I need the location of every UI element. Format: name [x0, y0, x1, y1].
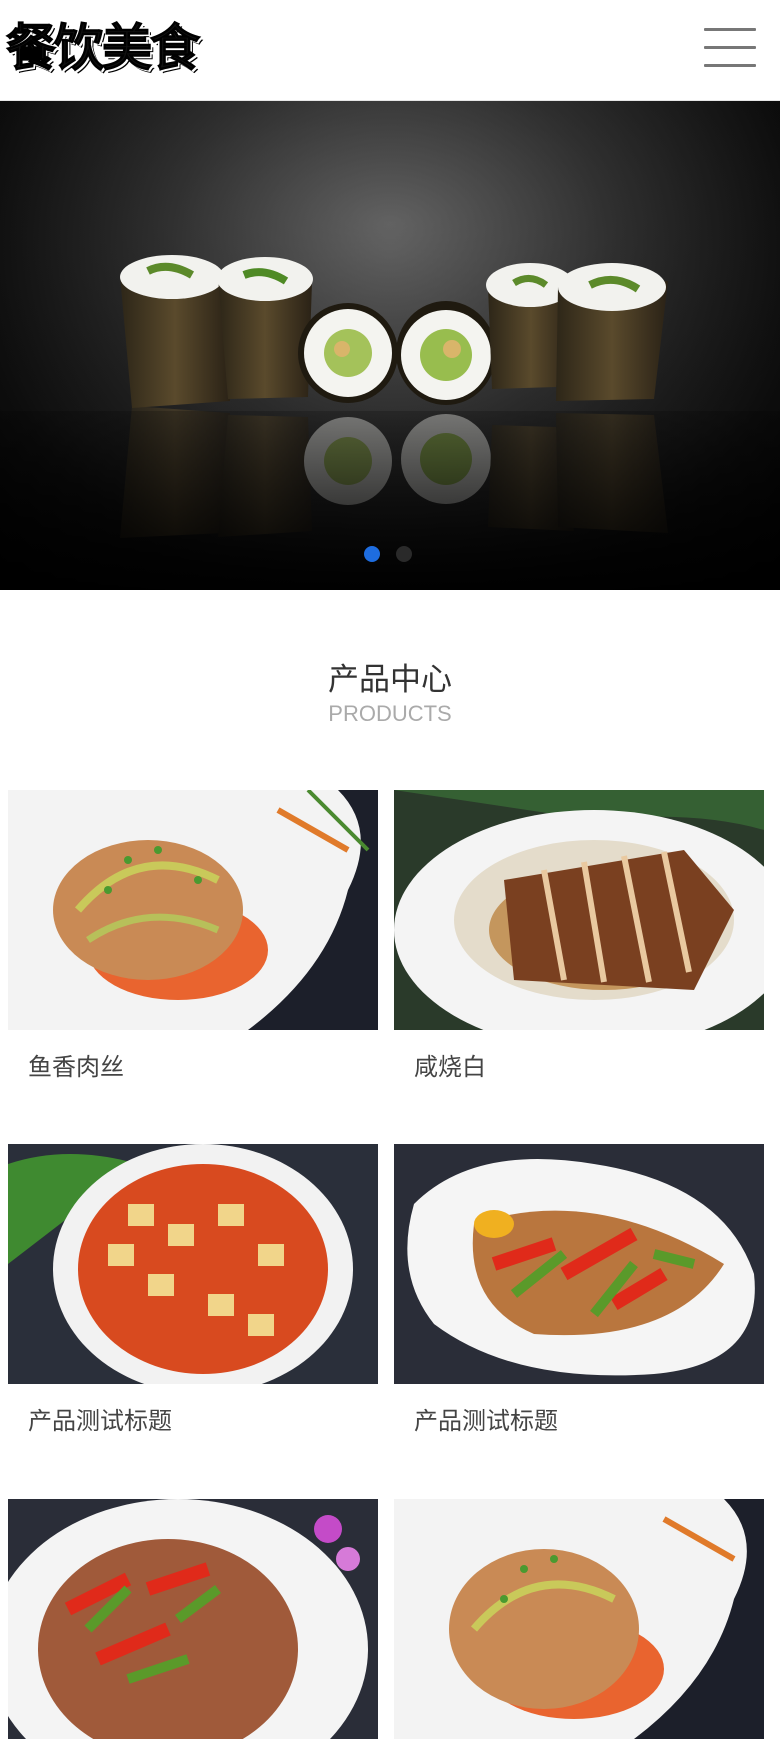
product-image [394, 790, 764, 1030]
header: 餐饮美食 [0, 0, 780, 101]
sushi-roll [298, 303, 398, 403]
product-name: 产品测试标题 [28, 1407, 172, 1435]
product-image [394, 1499, 764, 1739]
product-name: 产品测试标题 [414, 1407, 558, 1435]
sushi-roll [120, 255, 230, 408]
hamburger-menu-icon[interactable] [704, 26, 756, 70]
site-logo[interactable]: 餐饮美食 [6, 16, 201, 80]
sushi-roll [396, 301, 496, 405]
section-title: 产品中心 [328, 662, 452, 698]
product-image [8, 1144, 378, 1384]
product-image [8, 790, 378, 1030]
section-subtitle: PRODUCTS [328, 701, 452, 726]
sushi-roll [217, 257, 313, 399]
sushi-roll [556, 263, 668, 401]
product-name: 咸烧白 [414, 1053, 486, 1081]
product-name: 鱼香肉丝 [28, 1053, 124, 1081]
slider-dot-2[interactable] [396, 546, 412, 562]
product-image [8, 1499, 378, 1739]
banner-slider[interactable] [0, 101, 780, 590]
slider-dot-1[interactable] [364, 546, 380, 562]
banner-image [0, 101, 780, 590]
product-image [394, 1144, 764, 1384]
